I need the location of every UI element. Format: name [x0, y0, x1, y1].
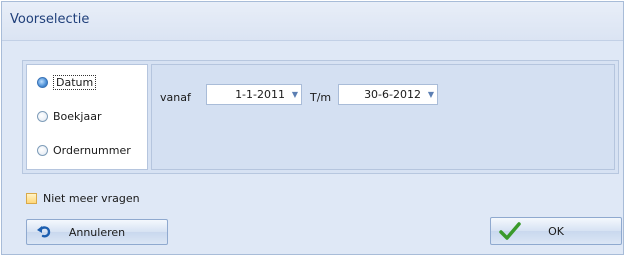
dialog-title: Voorselectie — [10, 12, 90, 27]
title-bar: Voorselectie — [2, 2, 623, 41]
no-more-ask-option[interactable]: Niet meer vragen — [26, 192, 140, 205]
radio-datum-label[interactable]: Datum — [53, 74, 97, 90]
date-range-area: vanaf 1-1-2011 ▼ T/m 30-6-2012 ▼ — [151, 64, 615, 170]
to-label: T/m — [310, 91, 332, 104]
radio-datum-indicator[interactable] — [37, 76, 48, 88]
chevron-down-icon[interactable]: ▼ — [289, 90, 301, 99]
selection-panel: Datum Boekjaar Ordernummer vanaf 1-1-201… — [22, 60, 619, 174]
radio-boekjaar-label[interactable]: Boekjaar — [53, 110, 101, 123]
to-date-combo[interactable]: 30-6-2012 ▼ — [338, 84, 438, 105]
radio-boekjaar-indicator[interactable] — [37, 110, 48, 122]
radio-ordernummer[interactable]: Ordernummer — [37, 141, 131, 159]
ok-button-label[interactable]: OK — [491, 225, 621, 238]
radio-ordernummer-indicator[interactable] — [37, 144, 48, 156]
radio-datum[interactable]: Datum — [37, 73, 97, 91]
no-more-ask-label[interactable]: Niet meer vragen — [43, 192, 140, 205]
chevron-down-icon[interactable]: ▼ — [425, 90, 437, 99]
from-label: vanaf — [160, 91, 191, 104]
radio-boekjaar[interactable]: Boekjaar — [37, 107, 101, 125]
radio-ordernummer-label[interactable]: Ordernummer — [53, 144, 131, 157]
no-more-ask-checkbox[interactable] — [26, 193, 37, 204]
cancel-button[interactable]: Annuleren — [26, 219, 168, 245]
from-date-value[interactable]: 1-1-2011 — [207, 88, 289, 101]
cancel-button-label[interactable]: Annuleren — [27, 226, 167, 239]
ok-button[interactable]: OK — [490, 217, 622, 245]
to-date-value[interactable]: 30-6-2012 — [339, 88, 425, 101]
from-date-combo[interactable]: 1-1-2011 ▼ — [206, 84, 302, 105]
voorselectie-dialog: Voorselectie Datum Boekjaar Ordernummer … — [1, 1, 624, 255]
selection-type-group: Datum Boekjaar Ordernummer — [26, 64, 148, 170]
